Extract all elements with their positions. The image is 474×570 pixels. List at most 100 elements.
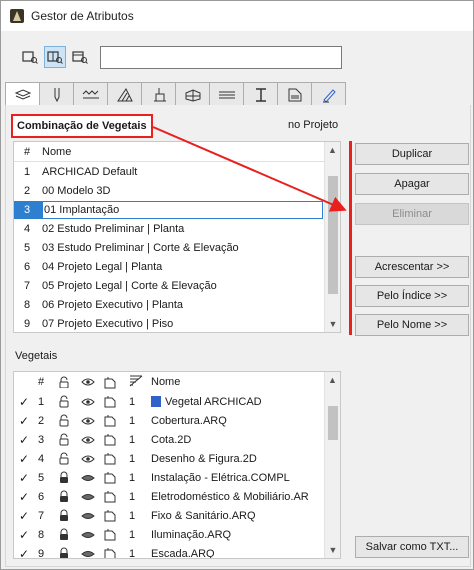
model-mode-toggle[interactable] [104, 414, 127, 427]
included-checkmark-icon[interactable]: ✓ [14, 471, 38, 485]
model-mode-toggle[interactable] [104, 490, 127, 503]
lock-toggle[interactable] [58, 509, 81, 522]
tab-composites[interactable] [209, 82, 244, 106]
combination-row[interactable]: 3 01 Implantação [14, 200, 340, 219]
layer-row[interactable]: ✓ 1 1 Vegetal ARCHICAD [14, 392, 340, 411]
combination-row[interactable]: 7 05 Projeto Legal | Corte & Elevação [14, 276, 340, 295]
visibility-toggle[interactable] [81, 416, 104, 426]
tab-profiles[interactable] [243, 82, 278, 106]
visibility-toggle[interactable] [81, 511, 104, 521]
layers-scrollbar[interactable]: ▲ ▼ [324, 372, 340, 558]
scroll-down-arrow-icon[interactable]: ▼ [325, 542, 340, 558]
tab-building-materials[interactable] [175, 82, 210, 106]
intersection-group[interactable]: 1 [127, 510, 151, 522]
included-checkmark-icon[interactable]: ✓ [14, 547, 38, 559]
model-mode-toggle[interactable] [104, 433, 127, 446]
header-lock[interactable] [58, 376, 81, 388]
detail-view-button[interactable] [69, 46, 91, 68]
scroll-up-arrow-icon[interactable]: ▲ [325, 372, 340, 388]
model-mode-toggle[interactable] [104, 395, 127, 408]
tab-line-types[interactable] [73, 82, 108, 106]
tab-pens[interactable] [39, 82, 74, 106]
layer-row[interactable]: ✓ 4 1 Desenho & Figura.2D [14, 449, 340, 468]
included-checkmark-icon[interactable]: ✓ [14, 414, 38, 428]
layer-row[interactable]: ✓ 9 1 Escada.ARQ [14, 544, 340, 559]
list-view-button[interactable] [19, 46, 41, 68]
split-view-button[interactable] [44, 46, 66, 68]
scroll-down-arrow-icon[interactable]: ▼ [325, 316, 340, 332]
combination-row[interactable]: 1 ARCHICAD Default [14, 162, 340, 181]
header-num[interactable]: # [38, 376, 58, 388]
included-checkmark-icon[interactable]: ✓ [14, 490, 38, 504]
lock-toggle[interactable] [58, 528, 81, 541]
included-checkmark-icon[interactable]: ✓ [14, 452, 38, 466]
save-as-txt-button[interactable]: Salvar como TXT... [355, 536, 469, 558]
header-intersection[interactable] [127, 375, 151, 390]
scrollbar-thumb[interactable] [328, 176, 338, 294]
layer-row[interactable]: ✓ 5 1 Instalação - Elétrica.COMPL [14, 468, 340, 487]
visibility-toggle[interactable] [81, 473, 104, 483]
layer-row[interactable]: ✓ 6 1 Eletrodoméstico & Mobiliário.AR [14, 487, 340, 506]
lock-toggle[interactable] [58, 490, 81, 503]
model-mode-toggle[interactable] [104, 452, 127, 465]
layer-row[interactable]: ✓ 2 1 Cobertura.ARQ [14, 411, 340, 430]
included-checkmark-icon[interactable]: ✓ [14, 395, 38, 409]
scroll-up-arrow-icon[interactable]: ▲ [325, 142, 340, 158]
intersection-group[interactable]: 1 [127, 434, 151, 446]
lock-toggle[interactable] [58, 414, 81, 427]
combination-row[interactable]: 4 02 Estudo Preliminar | Planta [14, 219, 340, 238]
lock-toggle[interactable] [58, 395, 81, 408]
model-mode-toggle[interactable] [104, 471, 127, 484]
model-mode-toggle[interactable] [104, 528, 127, 541]
header-wireframe[interactable] [104, 376, 127, 389]
tab-surfaces-paint[interactable] [141, 82, 176, 106]
header-num[interactable]: # [14, 146, 42, 158]
visibility-toggle[interactable] [81, 492, 104, 502]
visibility-toggle[interactable] [81, 397, 104, 407]
combination-row[interactable]: 9 07 Projeto Executivo | Piso [14, 314, 340, 332]
scrollbar-thumb[interactable] [328, 406, 338, 440]
included-checkmark-icon[interactable]: ✓ [14, 509, 38, 523]
header-name[interactable]: Nome [151, 376, 340, 388]
visibility-toggle[interactable] [81, 530, 104, 540]
intersection-group[interactable]: 1 [127, 491, 151, 503]
layer-row[interactable]: ✓ 8 1 Iluminação.ARQ [14, 525, 340, 544]
tab-layers[interactable] [5, 82, 40, 107]
delete-button[interactable]: Apagar [355, 173, 469, 195]
intersection-group[interactable]: 1 [127, 415, 151, 427]
combination-row[interactable]: 2 00 Modelo 3D [14, 181, 340, 200]
append-button[interactable]: Acrescentar >> [355, 256, 469, 278]
included-checkmark-icon[interactable]: ✓ [14, 433, 38, 447]
combination-scrollbar[interactable]: ▲ ▼ [324, 142, 340, 332]
visibility-toggle[interactable] [81, 435, 104, 445]
tab-markup-styles[interactable] [311, 82, 346, 106]
combination-row[interactable]: 8 06 Projeto Executivo | Planta [14, 295, 340, 314]
model-mode-toggle[interactable] [104, 509, 127, 522]
combination-row[interactable]: 5 03 Estudo Preliminar | Corte & Elevação [14, 238, 340, 257]
layer-row[interactable]: ✓ 3 1 Cota.2D [14, 430, 340, 449]
layer-row[interactable]: ✓ 7 1 Fixo & Sanitário.ARQ [14, 506, 340, 525]
header-name[interactable]: Nome [42, 146, 340, 158]
lock-toggle[interactable] [58, 452, 81, 465]
intersection-group[interactable]: 1 [127, 396, 151, 408]
tab-fills[interactable] [107, 82, 142, 106]
tab-zones[interactable] [277, 82, 312, 106]
combination-row[interactable]: 6 04 Projeto Legal | Planta [14, 257, 340, 276]
included-checkmark-icon[interactable]: ✓ [14, 528, 38, 542]
intersection-group[interactable]: 1 [127, 453, 151, 465]
model-mode-toggle[interactable] [104, 547, 127, 558]
visibility-toggle[interactable] [81, 549, 104, 559]
intersection-group[interactable]: 1 [127, 529, 151, 541]
search-input[interactable] [100, 46, 342, 69]
intersection-group[interactable]: 1 [127, 548, 151, 559]
header-visibility[interactable] [81, 377, 104, 387]
visibility-toggle[interactable] [81, 454, 104, 464]
lock-toggle[interactable] [58, 433, 81, 446]
lock-toggle[interactable] [58, 471, 81, 484]
intersection-group[interactable]: 1 [127, 472, 151, 484]
duplicate-button[interactable]: Duplicar [355, 143, 469, 165]
by-name-button[interactable]: Pelo Nome >> [355, 314, 469, 336]
lock-toggle[interactable] [58, 547, 81, 558]
purge-button[interactable]: Eliminar [355, 203, 469, 225]
by-index-button[interactable]: Pelo Índice >> [355, 285, 469, 307]
